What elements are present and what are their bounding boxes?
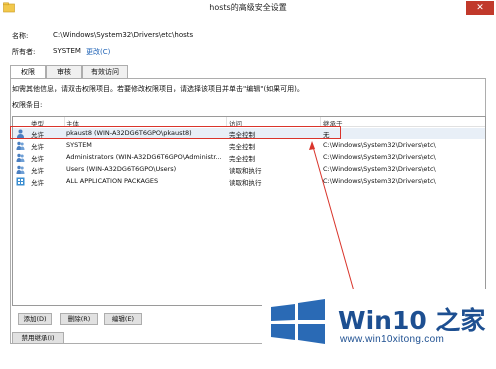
watermark-url: www.win10xitong.com: [340, 334, 445, 345]
advanced-security-settings-window: hosts的高级安全设置 ✕ 名称: C:\Windows\System32\D…: [0, 0, 496, 369]
add-button[interactable]: 添加(D): [18, 313, 52, 325]
edit-button[interactable]: 编辑(E): [104, 313, 142, 325]
remove-button[interactable]: 删除(R): [60, 313, 98, 325]
watermark-title: Win10 之家: [338, 306, 486, 335]
disable-inheritance-button[interactable]: 禁用继承(I): [12, 332, 64, 344]
windows-logo-icon: [271, 299, 325, 344]
